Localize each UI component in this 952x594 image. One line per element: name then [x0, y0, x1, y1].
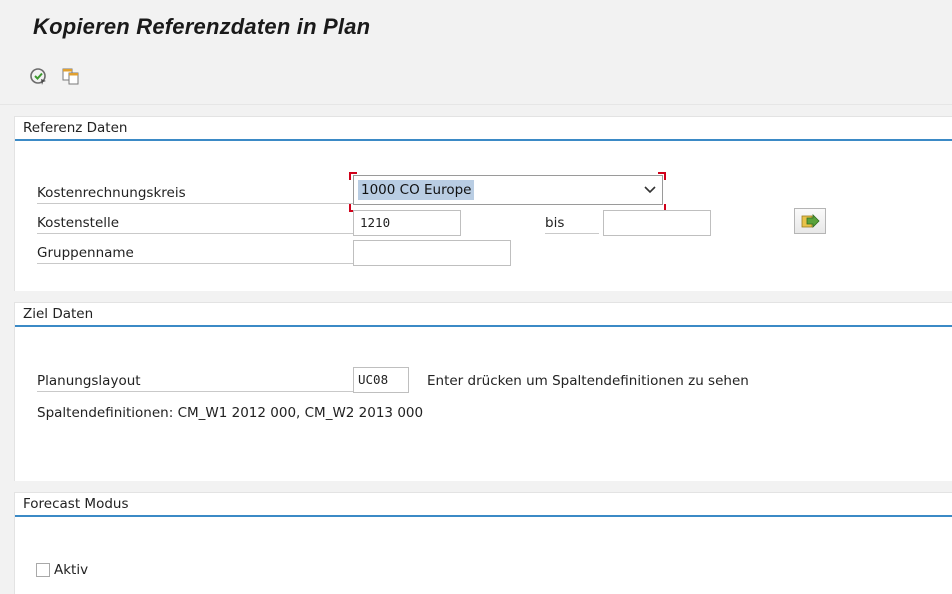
aktiv-checkbox[interactable] [36, 563, 50, 577]
ziel-section: Ziel Daten Planungslayout UC08 Enter drü… [14, 302, 952, 481]
kostenrechnungskreis-value: 1000 CO Europe [358, 180, 475, 200]
section-divider [15, 139, 952, 141]
gruppenname-input[interactable] [353, 240, 511, 266]
spaltendefinitionen-text: Spaltendefinitionen: CM_W1 2012 000, CM_… [37, 405, 424, 421]
execute-icon[interactable] [28, 65, 50, 87]
section-title-ziel: Ziel Daten [23, 306, 94, 322]
kostenrechnungskreis-select[interactable]: 1000 CO Europe [353, 175, 663, 205]
copy-icon[interactable] [60, 65, 82, 87]
planungslayout-hint: Enter drücken um Spaltendefinitionen zu … [427, 373, 749, 389]
title-bar: Kopieren Referenzdaten in Plan [0, 0, 952, 56]
kostenrechnungskreis-label: Kostenrechnungskreis [37, 183, 361, 204]
section-divider [15, 515, 952, 517]
kostenstelle-label: Kostenstelle [37, 213, 361, 234]
chevron-down-icon [644, 186, 656, 194]
section-divider [15, 325, 952, 327]
section-title-referenz: Referenz Daten [23, 120, 128, 136]
multiple-selection-button[interactable] [794, 208, 826, 234]
page-title: Kopieren Referenzdaten in Plan [33, 14, 371, 39]
toolbar [0, 56, 952, 105]
referenz-section: Referenz Daten Kostenrechnungskreis 1000… [14, 116, 952, 291]
planungslayout-input[interactable]: UC08 [353, 367, 409, 393]
section-title-forecast: Forecast Modus [23, 496, 129, 512]
planungslayout-label: Planungslayout [37, 371, 361, 392]
aktiv-label[interactable]: Aktiv [54, 560, 88, 580]
focus-corner [349, 172, 357, 180]
kostenstelle-input[interactable]: 1210 [353, 210, 461, 236]
focus-corner [658, 172, 666, 180]
gruppenname-label: Gruppenname [37, 243, 361, 264]
forecast-section: Forecast Modus [14, 492, 952, 594]
kostenstelle-bis-input[interactable] [603, 210, 711, 236]
arrow-right-icon [801, 214, 820, 228]
bis-label: bis [545, 213, 599, 234]
